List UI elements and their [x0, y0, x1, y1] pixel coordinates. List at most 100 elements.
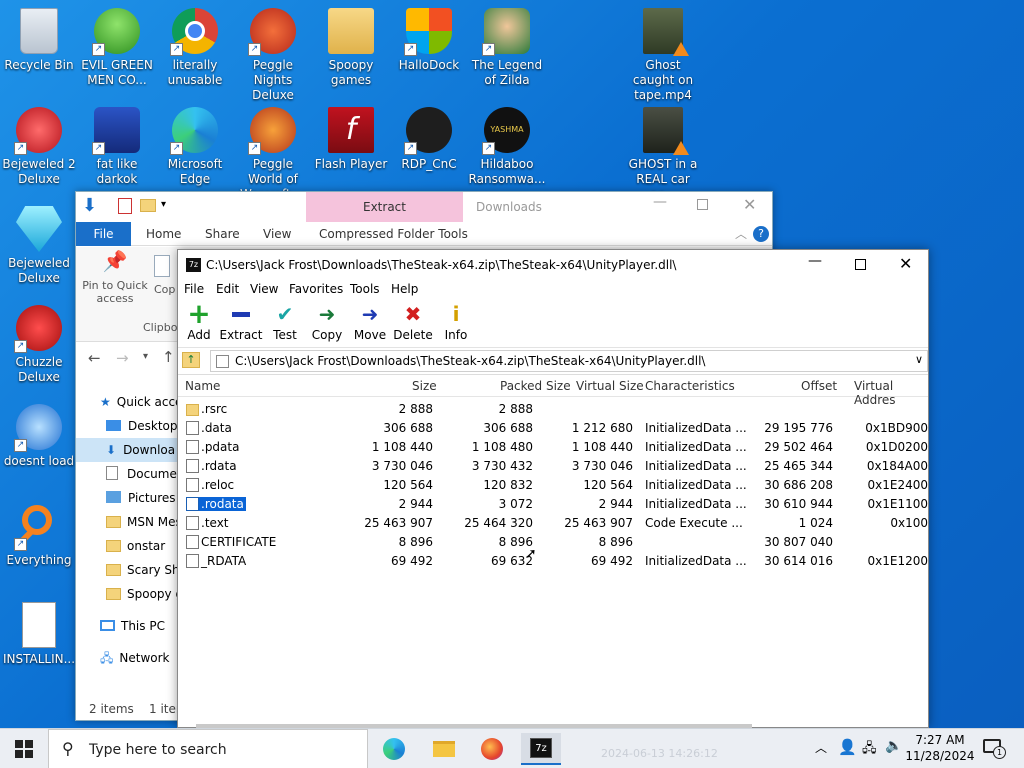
taskbar-7zip[interactable]: 7z — [521, 733, 561, 765]
nav-msn-messenger[interactable]: MSN Mes — [76, 510, 186, 534]
menu-help[interactable]: Help — [391, 282, 418, 296]
show-hidden-icons[interactable]: ︿ — [815, 739, 827, 756]
taskbar-edge[interactable] — [374, 733, 414, 765]
column-virtual-size[interactable]: Virtual Size — [576, 379, 644, 393]
help-icon[interactable]: ? — [753, 226, 769, 242]
properties-icon[interactable] — [118, 198, 132, 214]
file-packed: 3 730 432 — [471, 459, 533, 473]
customize-qat-icon[interactable]: ▾ — [161, 199, 166, 210]
nav-documents[interactable]: Documer — [76, 462, 186, 486]
notification-center-button[interactable]: 1 — [980, 737, 1006, 759]
nav-desktop[interactable]: Desktop — [76, 414, 186, 438]
back-icon[interactable]: ← — [88, 349, 101, 367]
nav-downloads[interactable]: ⬇ Downloa — [76, 438, 186, 462]
desktop-icon-everything[interactable]: ↗ Everything — [0, 503, 78, 568]
tab-view[interactable]: View — [263, 222, 291, 246]
nav-this-pc[interactable]: This PC — [76, 614, 186, 638]
file-row-certificate[interactable]: CERTIFICATE 8 896 8 896 8 896 30 807 040 — [178, 533, 928, 552]
file-row-data[interactable]: .data 306 688 306 688 1 212 680 29 195 776 0x… — [178, 419, 928, 438]
desktop-icon-rdp-cnc[interactable]: ↗ RDP_CnC — [390, 107, 468, 172]
taskbar-firefox[interactable] — [472, 733, 512, 765]
taskbar-search-box[interactable]: ⚲ Type here to search — [48, 729, 368, 768]
desktop-icon-chuzzle[interactable]: ↗ Chuzzle Deluxe — [0, 305, 78, 385]
file-row-reloc[interactable]: .reloc 120 564 120 832 120 564 30 686 208 0x1… — [178, 476, 928, 495]
desktop-icon-evil-green-men[interactable]: ↗ EVIL GREEN MEN CO... — [78, 8, 156, 88]
maximize-icon[interactable] — [697, 199, 708, 210]
file-icon — [186, 421, 199, 435]
file-row-rsrc[interactable]: .rsrc 2 888 2 888 — [178, 400, 928, 419]
desktop-icon-bejeweled[interactable]: Bejeweled Deluxe — [0, 206, 78, 286]
network-icon[interactable]: 🖧 — [862, 739, 877, 761]
desktop-icon-hallodock[interactable]: ↗ HalloDock — [390, 8, 468, 73]
copy-button[interactable]: Cop — [154, 255, 175, 296]
desktop-icon-spoopy-games[interactable]: Spoopy games — [312, 8, 390, 88]
taskbar-file-explorer[interactable] — [424, 733, 464, 765]
up-icon[interactable]: ↑ — [162, 348, 175, 366]
desktop-icon-installing[interactable]: INSTALLIN... — [0, 602, 78, 667]
close-icon[interactable]: ✕ — [743, 195, 756, 214]
file-row-rdata[interactable]: _RDATA 69 492 69 632 69 492 30 614 016 0x1E12… — [178, 552, 928, 571]
desktop-icon-doesnt-load[interactable]: ↗ doesnt load — [0, 404, 78, 469]
pin-icon: 📌 — [102, 249, 128, 273]
maximize-icon[interactable] — [855, 259, 866, 270]
file-row-rodata[interactable]: .rodata 2 944 3 072 2 944 30 610 944 0x1E1100… — [178, 495, 928, 514]
clock[interactable]: 7:27 AM 11/28/2024 — [905, 732, 975, 764]
tab-file[interactable]: File — [76, 222, 131, 246]
column-name[interactable]: Name — [185, 379, 220, 393]
desktop-icon-ghost-car[interactable]: GHOST in a REAL car ac... — [624, 107, 702, 202]
folder-icon — [106, 540, 121, 552]
collapse-ribbon-icon[interactable]: ︿ — [735, 225, 747, 242]
nav-spoopy-games[interactable]: Spoopy g — [76, 582, 186, 606]
menu-edit[interactable]: Edit — [216, 282, 239, 296]
desktop-icon-hildaboo[interactable]: YASHMA ↗ Hildaboo Ransomwa... — [468, 107, 546, 187]
tab-home[interactable]: Home — [146, 222, 181, 246]
menu-favorites[interactable]: Favorites — [289, 282, 343, 296]
info-button[interactable]: i Info — [431, 302, 481, 342]
start-button[interactable] — [0, 729, 48, 768]
menu-file[interactable]: File — [184, 282, 204, 296]
desktop-icon-peggle-nights[interactable]: ↗ Peggle Nights Deluxe — [234, 8, 312, 103]
volume-icon[interactable]: 🔈 — [885, 738, 902, 754]
column-characteristics[interactable]: Characteristics — [645, 379, 735, 393]
desktop-icon-flash-player[interactable]: f Flash Player — [312, 107, 390, 172]
pin-quick-access-button[interactable]: 📌 Pin to Quick access — [80, 249, 150, 305]
file-row-pdata[interactable]: .pdata 1 108 440 1 108 480 1 108 440 29 502 … — [178, 438, 928, 457]
nav-quick-access[interactable]: ★ Quick acce — [76, 390, 186, 414]
desktop-icon-peggle-wow[interactable]: ↗ Peggle World of Warcraft ... — [234, 107, 312, 202]
file-row-text[interactable]: .text 25 463 907 25 464 320 25 463 907 1 024… — [178, 514, 928, 533]
close-icon[interactable]: ✕ — [899, 254, 912, 273]
column-offset[interactable]: Offset — [801, 379, 837, 393]
new-folder-icon[interactable] — [140, 199, 156, 212]
column-packed-size[interactable]: Packed Size — [500, 379, 571, 393]
tab-share[interactable]: Share — [205, 222, 240, 246]
tab-compressed-folder-tools[interactable]: Compressed Folder Tools — [319, 222, 468, 246]
file-row-rdata[interactable]: .rdata 3 730 046 3 730 432 3 730 046 25 465 … — [178, 457, 928, 476]
desktop-icon-ghost-video[interactable]: Ghost caught on tape.mp4 — [624, 8, 702, 103]
forward-icon[interactable]: → — [116, 349, 129, 367]
nav-onstar[interactable]: onstar — [76, 534, 186, 558]
up-folder-icon[interactable]: ↑ — [182, 352, 200, 368]
nav-network[interactable]: 🖧 Network — [76, 646, 186, 670]
copy-icon — [154, 255, 170, 277]
chevron-down-icon[interactable]: ∨ — [915, 353, 923, 366]
people-icon[interactable]: 👤 — [838, 738, 857, 756]
menu-tools[interactable]: Tools — [350, 282, 380, 296]
nav-scary-shit[interactable]: Scary Shi — [76, 558, 186, 582]
minimize-icon[interactable]: — — [653, 194, 667, 210]
tab-extract-context[interactable]: Extract — [306, 192, 463, 222]
desktop-icon-fat-like-darkok[interactable]: ↗ fat like darkok — [78, 107, 156, 187]
sevenzip-toolbar: + Add Extract ✔ Test ➜ Copy ➜ Move ✖ Delete i… — [178, 300, 928, 348]
extract-button[interactable]: Extract — [216, 302, 266, 342]
desktop-icon-microsoft-edge[interactable]: ↗ Microsoft Edge — [156, 107, 234, 187]
desktop-icon-literally-unusable[interactable]: ↗ literally unusable — [156, 8, 234, 88]
nav-pictures[interactable]: Pictures — [76, 486, 186, 510]
quick-access-down-icon[interactable]: ⬇ — [82, 195, 97, 216]
column-size[interactable]: Size — [412, 379, 437, 393]
desktop-icon-recycle-bin[interactable]: Recycle Bin — [0, 8, 78, 73]
desktop-icon-legend-of-zilda[interactable]: ↗ The Legend of Zilda — [468, 8, 546, 88]
desktop-icon-bejeweled-2[interactable]: ↗ Bejeweled 2 Deluxe — [0, 107, 78, 187]
minimize-icon[interactable]: — — [808, 253, 822, 269]
address-field[interactable]: C:\Users\Jack Frost\Downloads\TheSteak-x… — [210, 350, 928, 372]
menu-view[interactable]: View — [250, 282, 278, 296]
recent-icon[interactable]: ▾ — [143, 351, 148, 362]
